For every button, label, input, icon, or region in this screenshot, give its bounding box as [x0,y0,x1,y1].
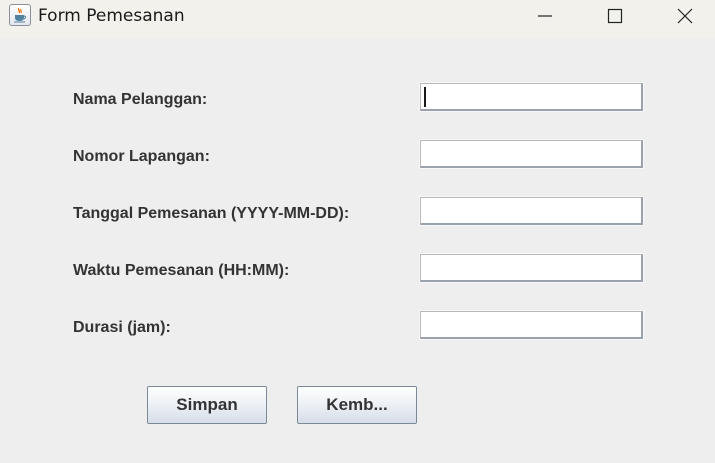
close-button[interactable] [650,0,715,32]
title-bar[interactable]: Form Pemesanan [0,0,715,38]
maximize-button[interactable] [580,0,650,32]
court-number-input[interactable] [420,140,643,168]
booking-time-label: Waktu Pemesanan (HH:MM): [73,262,290,279]
back-button[interactable]: Kemb... [297,386,417,424]
save-button[interactable]: Simpan [147,386,267,424]
minimize-button[interactable] [510,0,580,32]
booking-time-input[interactable] [420,254,643,282]
booking-date-input[interactable] [420,197,643,225]
customer-name-input[interactable] [420,83,643,111]
court-number-label: Nomor Lapangan: [73,148,210,165]
form-pemesanan-window: Form Pemesanan Nama Pelanggan: Nomor Lap… [0,0,715,463]
customer-name-label: Nama Pelanggan: [73,91,208,108]
maximize-icon [607,8,623,24]
close-icon [677,8,693,24]
java-cup-icon [9,4,31,26]
minimize-icon [538,15,552,17]
window-title: Form Pemesanan [38,6,185,26]
booking-date-label: Tanggal Pemesanan (YYYY-MM-DD): [73,205,350,222]
duration-label: Durasi (jam): [73,319,171,336]
text-caret [424,87,426,107]
duration-input[interactable] [420,311,643,339]
